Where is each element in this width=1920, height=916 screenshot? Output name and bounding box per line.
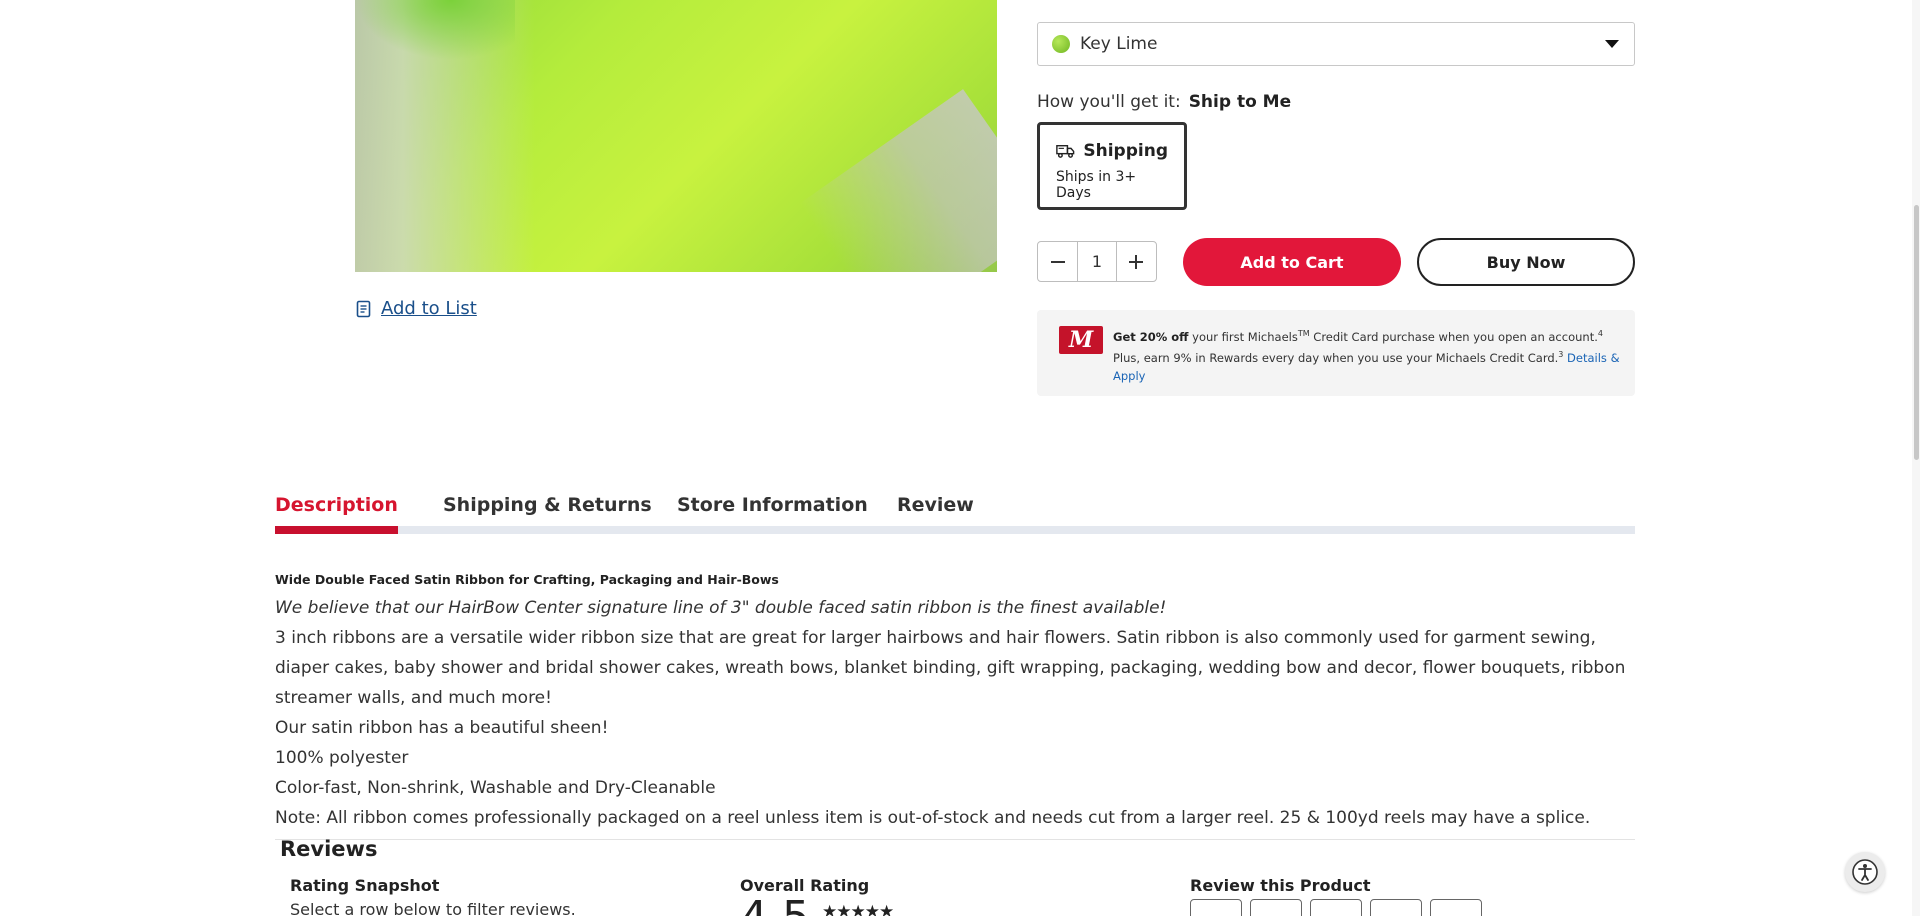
add-to-list-label: Add to List bbox=[381, 298, 477, 319]
overall-rating-value: 4.5 bbox=[740, 892, 810, 916]
description-paragraph: 3 inch ribbons are a versatile wider rib… bbox=[275, 628, 1626, 708]
scrollbar-thumb[interactable] bbox=[1914, 205, 1919, 460]
color-select[interactable]: Key Lime bbox=[1037, 22, 1635, 66]
color-select-value: Key Lime bbox=[1080, 34, 1158, 54]
description-tagline: We believe that our HairBow Center signa… bbox=[275, 598, 1167, 618]
fulfillment-label: How you'll get it: bbox=[1037, 92, 1181, 112]
credit-card-logo: M bbox=[1059, 326, 1103, 354]
rating-snapshot-title: Rating Snapshot bbox=[290, 876, 440, 895]
description-paragraph: Note: All ribbon comes professionally pa… bbox=[275, 808, 1591, 828]
review-star-button[interactable] bbox=[1430, 899, 1482, 916]
minus-icon bbox=[1050, 260, 1065, 263]
description-paragraph: Our satin ribbon has a beautiful sheen! bbox=[275, 718, 609, 738]
chevron-down-icon bbox=[1605, 40, 1619, 48]
promo-sup: 4 bbox=[1597, 329, 1603, 338]
promo-text: Get 20% off your first MichaelsTM Credit… bbox=[1113, 325, 1623, 385]
buy-now-button[interactable]: Buy Now bbox=[1417, 238, 1635, 286]
rating-snapshot-subtitle: Select a row below to filter reviews. bbox=[290, 900, 576, 916]
promo-line1: your first Michaels bbox=[1192, 329, 1298, 344]
tabs-track bbox=[275, 526, 1635, 534]
shipping-option-sub: Ships in 3+ Days bbox=[1056, 169, 1137, 201]
quantity-increase-button[interactable] bbox=[1117, 242, 1156, 281]
review-this-product-title: Review this Product bbox=[1190, 876, 1371, 895]
tab-review[interactable]: Review bbox=[897, 494, 974, 516]
quantity-input[interactable]: 1 bbox=[1077, 242, 1117, 281]
description-paragraph: Color-fast, Non-shrink, Washable and Dry… bbox=[275, 778, 716, 798]
reviews-heading: Reviews bbox=[280, 837, 378, 861]
quantity-stepper: 1 bbox=[1037, 241, 1157, 282]
promo-tm: TM bbox=[1297, 329, 1310, 338]
list-icon bbox=[356, 300, 371, 317]
credit-card-promo: M Get 20% off your first MichaelsTM Cred… bbox=[1037, 310, 1635, 396]
product-image[interactable] bbox=[355, 0, 997, 272]
review-star-button[interactable] bbox=[1190, 899, 1242, 916]
image-shade bbox=[799, 89, 997, 272]
product-tabs: Description Shipping & Returns Store Inf… bbox=[275, 494, 1635, 534]
tab-shipping-returns[interactable]: Shipping & Returns bbox=[443, 494, 652, 516]
fulfillment-heading: How you'll get it: Ship to Me bbox=[1037, 92, 1291, 112]
review-star-buttons bbox=[1190, 899, 1482, 916]
plus-icon bbox=[1129, 254, 1144, 269]
promo-lead: Get 20% off bbox=[1113, 329, 1189, 344]
add-to-list-link[interactable]: Add to List bbox=[355, 298, 477, 319]
color-swatch-icon bbox=[1052, 35, 1070, 53]
review-star-button[interactable] bbox=[1370, 899, 1422, 916]
overall-rating-stars: ★★★★★ bbox=[822, 902, 894, 916]
review-star-button[interactable] bbox=[1310, 899, 1362, 916]
fulfillment-method: Ship to Me bbox=[1188, 92, 1292, 112]
shipping-option-label: Shipping bbox=[1083, 141, 1168, 161]
truck-icon bbox=[1056, 145, 1075, 158]
scrollbar[interactable] bbox=[1912, 0, 1920, 916]
tab-store-information[interactable]: Store Information bbox=[677, 494, 868, 516]
promo-line1b: Credit Card purchase when you open an ac… bbox=[1313, 329, 1598, 344]
accessibility-icon bbox=[1852, 859, 1878, 885]
add-to-cart-button[interactable]: Add to Cart bbox=[1183, 238, 1401, 286]
shipping-option-card[interactable]: Shipping Ships in 3+ Days bbox=[1037, 122, 1187, 210]
promo-sup: 3 bbox=[1558, 349, 1564, 359]
accessibility-button[interactable] bbox=[1845, 852, 1885, 892]
promo-line2: Plus, earn 9% in Rewards every day when … bbox=[1113, 350, 1559, 365]
description-panel: Wide Double Faced Satin Ribbon for Craft… bbox=[275, 572, 1635, 840]
description-title: Wide Double Faced Satin Ribbon for Craft… bbox=[275, 572, 779, 587]
review-star-button[interactable] bbox=[1250, 899, 1302, 916]
quantity-decrease-button[interactable] bbox=[1038, 242, 1077, 281]
image-highlight bbox=[355, 0, 515, 60]
tab-description[interactable]: Description bbox=[275, 494, 398, 534]
divider bbox=[275, 839, 1635, 840]
description-paragraph: 100% polyester bbox=[275, 748, 409, 768]
